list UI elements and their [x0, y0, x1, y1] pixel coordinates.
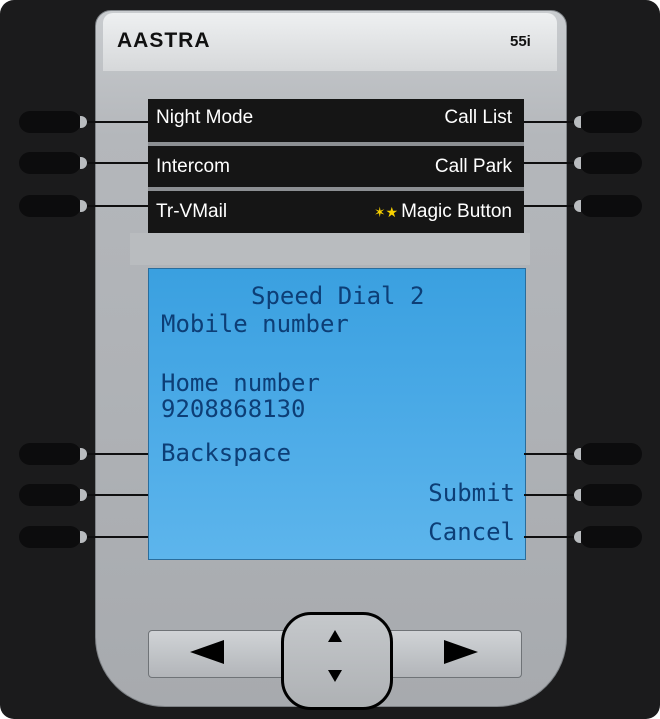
nav-center-rocker[interactable] — [281, 612, 393, 710]
home-number-label: Home number — [161, 369, 320, 397]
left-softkey-1[interactable] — [19, 111, 81, 133]
stars-icon: ✶★ — [373, 204, 399, 220]
right-softkey-5[interactable] — [580, 484, 642, 506]
key-leader-line — [87, 162, 148, 164]
key-indicator — [80, 448, 87, 460]
softkey-divider — [148, 187, 524, 191]
left-softkey-2[interactable] — [19, 152, 81, 174]
key-indicator — [80, 200, 87, 212]
key-indicator — [574, 200, 581, 212]
top-softkey-panel: Night Mode Call List Intercom Call Park … — [148, 99, 524, 233]
key-leader-line — [87, 205, 148, 207]
phone-body: AASTRA 55i Night Mode Call List Intercom… — [0, 0, 660, 719]
key-indicator — [574, 448, 581, 460]
key-leader-line — [87, 494, 148, 496]
softkey-magic-button-label: Magic Button — [401, 201, 512, 222]
right-softkey-2[interactable] — [580, 152, 642, 174]
left-softkey-4[interactable] — [19, 443, 81, 465]
cancel-softkey[interactable]: Cancel — [428, 519, 515, 545]
left-softkey-5[interactable] — [19, 484, 81, 506]
key-leader-line — [524, 453, 574, 455]
arrow-right-icon[interactable] — [444, 640, 478, 664]
separator-bar — [130, 233, 530, 265]
key-indicator — [574, 489, 581, 501]
softkey-call-park[interactable]: Call Park — [435, 156, 512, 178]
brand-logo: AASTRA — [117, 29, 211, 52]
home-number-value[interactable]: 9208868130 — [161, 396, 306, 422]
backspace-softkey[interactable]: Backspace — [161, 440, 291, 466]
key-indicator — [80, 531, 87, 543]
softkey-tr-vmail[interactable]: Tr-VMail — [156, 201, 227, 223]
submit-softkey[interactable]: Submit — [428, 480, 515, 506]
softkey-row-1: Night Mode Call List — [148, 99, 524, 139]
key-indicator — [80, 489, 87, 501]
key-indicator — [574, 116, 581, 128]
mobile-number-label[interactable]: Mobile number — [161, 311, 349, 337]
key-leader-line — [524, 162, 574, 164]
arrow-up-icon[interactable] — [328, 630, 342, 642]
left-softkey-6[interactable] — [19, 526, 81, 548]
key-indicator — [574, 157, 581, 169]
arrow-down-icon[interactable] — [328, 670, 342, 682]
right-softkey-1[interactable] — [580, 111, 642, 133]
key-leader-line — [524, 205, 574, 207]
key-leader-line — [87, 536, 148, 538]
screen-title: Speed Dial 2 — [251, 282, 425, 310]
right-softkey-3[interactable] — [580, 195, 642, 217]
key-leader-line — [524, 536, 574, 538]
right-softkey-6[interactable] — [580, 526, 642, 548]
softkey-night-mode[interactable]: Night Mode — [156, 107, 253, 129]
key-indicator — [80, 116, 87, 128]
key-leader-line — [524, 494, 574, 496]
softkey-row-2: Intercom Call Park — [148, 148, 524, 188]
key-indicator — [80, 157, 87, 169]
lcd-screen: Speed Dial 2 Mobile number Home number 9… — [148, 268, 526, 560]
key-leader-line — [524, 121, 574, 123]
model-label: 55i — [510, 33, 531, 50]
key-indicator — [574, 531, 581, 543]
arrow-left-icon[interactable] — [190, 640, 224, 664]
right-softkey-4[interactable] — [580, 443, 642, 465]
key-leader-line — [87, 121, 148, 123]
left-softkey-3[interactable] — [19, 195, 81, 217]
key-leader-line — [87, 453, 148, 455]
softkey-magic-button[interactable]: ✶★ Magic Button — [374, 201, 512, 223]
softkey-divider — [148, 142, 524, 146]
softkey-intercom[interactable]: Intercom — [156, 156, 230, 178]
softkey-row-3: Tr-VMail ✶★ Magic Button — [148, 193, 524, 233]
softkey-call-list[interactable]: Call List — [444, 107, 512, 129]
